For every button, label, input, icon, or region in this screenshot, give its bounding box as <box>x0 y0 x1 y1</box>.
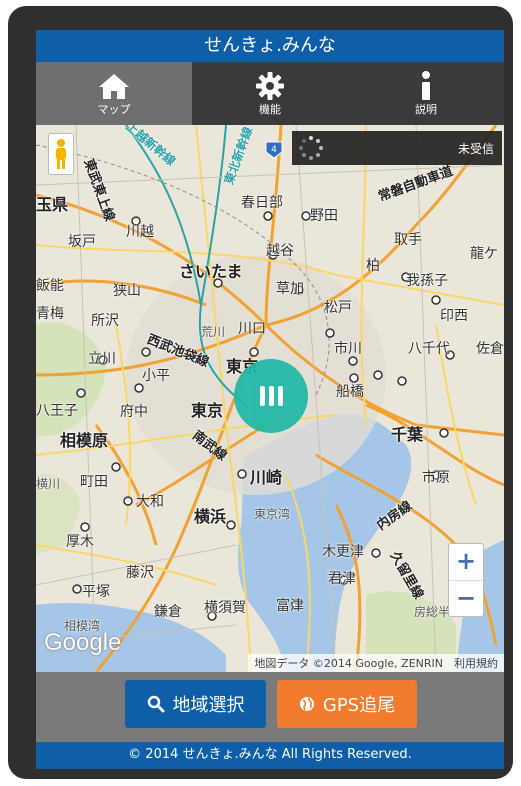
home-icon <box>97 71 131 101</box>
tab-features[interactable]: 機能 <box>192 62 348 125</box>
map-label-sayama: 狭山 <box>113 283 141 299</box>
region-select-label: 地域選択 <box>172 695 245 716</box>
globe-icon <box>299 697 314 711</box>
map-label-abiko: 我孫子 <box>406 273 448 289</box>
center-pause-button[interactable] <box>234 359 308 433</box>
map-label-yamato: 大和 <box>136 494 164 510</box>
map-label-toride: 取手 <box>394 232 422 248</box>
map-label-kawagoe: 川越 <box>126 224 154 240</box>
gps-status-box: 未受信 <box>292 131 502 165</box>
map-label-tokyo-station: 東京 <box>191 401 224 420</box>
map-label-sakura: 佐倉 <box>476 341 504 357</box>
map-label-noda: 野田 <box>310 208 338 224</box>
route-shield-icon: 4 <box>265 141 283 159</box>
map-label-hanno: 飯能 <box>36 278 64 294</box>
map-label-inzai: 印西 <box>440 308 468 324</box>
map-label-ryugasaki: 龍ケ <box>470 246 498 262</box>
map-attribution[interactable]: 地図データ ©2014 Google, ZENRIN 利用規約 <box>248 654 504 672</box>
map-label-atsugi: 厚木 <box>66 534 94 550</box>
map-label-koshigaya: 越谷 <box>266 243 294 259</box>
map-label-soka: 草加 <box>276 281 304 297</box>
map-label-tokyo-bay: 東京湾 <box>254 507 291 521</box>
map-label-kimitsu: 君津 <box>328 571 356 587</box>
map-label-kawasaki: 川崎 <box>250 468 283 487</box>
map-label-ichihara: 市原 <box>422 470 450 486</box>
map-label-funabashi: 船橋 <box>336 384 364 400</box>
tab-help-label: 説明 <box>415 102 437 116</box>
map-label-chiba: 千葉 <box>391 425 424 444</box>
google-logo[interactable]: Google <box>44 629 121 657</box>
gps-follow-label: GPS追尾 <box>322 695 396 716</box>
footer-copyright: © 2014 せんきょ.みんな All Rights Reserved. <box>36 742 504 769</box>
loading-spinner-icon <box>299 136 323 160</box>
map-label-sagamihara: 相模原 <box>60 431 109 450</box>
map-label-yokosuka: 横須賀 <box>204 600 246 616</box>
map-label-matsudo: 松戸 <box>324 300 352 316</box>
search-icon <box>147 695 164 713</box>
map-label-yokohama: 横浜 <box>194 507 227 526</box>
tab-features-label: 機能 <box>259 102 281 116</box>
tab-bar: マップ 機能 説明 <box>36 62 504 125</box>
pause-bar-icon <box>259 386 265 406</box>
gear-icon <box>255 71 285 101</box>
pegman-icon <box>56 139 66 169</box>
map-label-kodaira: 小平 <box>142 368 170 384</box>
map-label-tachikawa: 立川 <box>88 351 116 367</box>
action-bar: 地域選択 GPS追尾 <box>36 672 504 742</box>
info-icon <box>419 70 433 101</box>
region-select-button[interactable]: 地域選択 <box>125 680 266 728</box>
map-label-machida: 町田 <box>80 474 108 490</box>
map-label-ome: 青梅 <box>36 306 64 322</box>
app-title: せんきょ.みんな <box>36 30 504 62</box>
map-label-kashiwa: 柏 <box>366 258 380 274</box>
zoom-control: + − <box>448 543 484 617</box>
map-label-fuchu: 府中 <box>120 404 148 420</box>
device-frame: せんきょ.みんな マップ 機能 説明 さいたま 東京 東京 千葉 横浜 川崎 相… <box>8 6 513 779</box>
map-label-saitama: さいたま <box>179 262 243 281</box>
pause-bar-icon <box>268 386 274 406</box>
map-label-kasukabe: 春日部 <box>241 195 283 211</box>
pause-bar-icon <box>277 386 283 406</box>
map-label-hiratsuka: 平塚 <box>82 584 110 600</box>
map-label-yokokawa: 横川 <box>36 477 61 491</box>
map-label-tokorozawa: 所沢 <box>91 313 119 329</box>
map-label-yachiyo: 八千代 <box>408 341 450 357</box>
tab-map-label: マップ <box>97 102 131 116</box>
gps-status-text: 未受信 <box>457 142 494 156</box>
tab-help[interactable]: 説明 <box>348 62 504 125</box>
street-view-pegman[interactable] <box>48 133 74 175</box>
map-view[interactable]: さいたま 東京 東京 千葉 横浜 川崎 相模原 玉県 春日部 野田 越谷 川越 … <box>36 125 504 672</box>
map-label-fujisawa: 藤沢 <box>126 565 154 581</box>
route-shield-label: 4 <box>271 145 277 155</box>
map-label-kamakura: 鎌倉 <box>154 604 182 620</box>
map-label-futtsu: 富津 <box>276 598 304 614</box>
map-label-kawaguchi: 川口 <box>238 321 266 337</box>
tab-map[interactable]: マップ <box>36 62 192 125</box>
zoom-in-button[interactable]: + <box>449 544 483 581</box>
map-label-arakawa: 荒川 <box>201 325 226 339</box>
map-label-ichikawa: 市川 <box>334 341 362 357</box>
map-label-hachioji: 八王子 <box>36 403 78 419</box>
map-label-boso: 房総半 <box>414 605 451 619</box>
map-label-tama: 玉県 <box>36 195 69 214</box>
app-screen: せんきょ.みんな マップ 機能 説明 さいたま 東京 東京 千葉 横浜 川崎 相… <box>36 30 504 769</box>
zoom-out-button[interactable]: − <box>449 581 483 617</box>
map-label-kisarazu: 木更津 <box>322 544 364 560</box>
gps-follow-button[interactable]: GPS追尾 <box>277 680 417 728</box>
map-label-sakado: 坂戸 <box>68 234 96 250</box>
